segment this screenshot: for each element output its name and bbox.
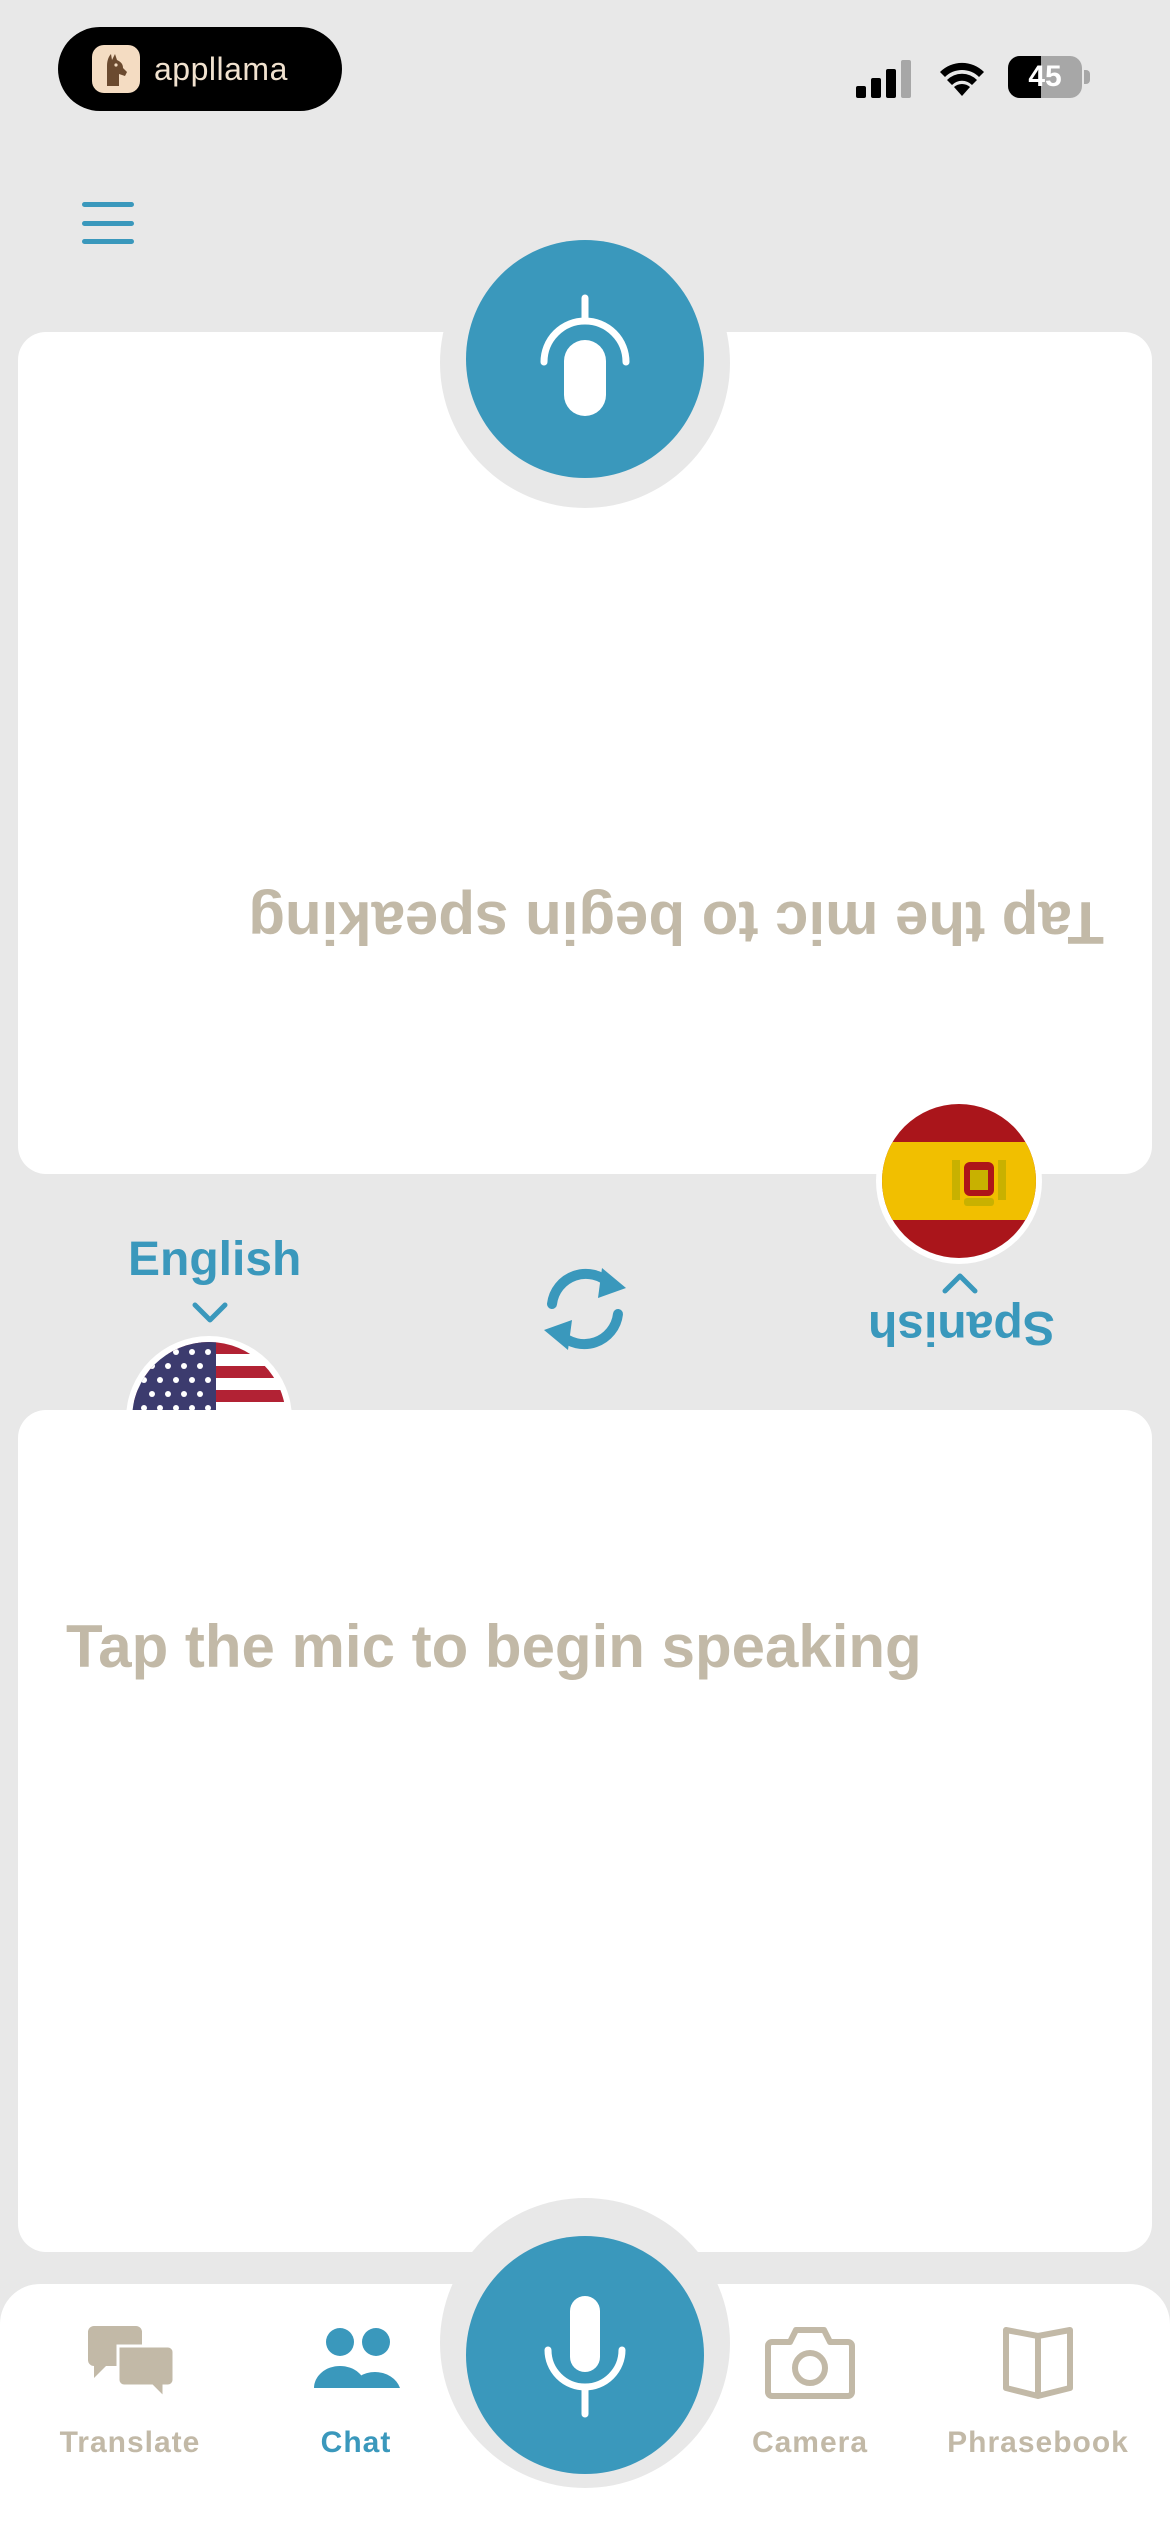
llama-logo-icon — [92, 45, 140, 93]
book-icon — [1003, 2327, 1073, 2399]
bottom-prompt-text: Tap the mic to begin speaking — [66, 1613, 922, 1680]
tab-label-camera: Camera — [751, 2426, 869, 2459]
bottom-speaker-panel — [18, 1410, 1152, 2252]
top-mic-button[interactable] — [466, 240, 704, 478]
chevron-up-icon[interactable] — [942, 1272, 978, 1294]
spain-flag-icon[interactable] — [876, 1098, 1042, 1264]
chevron-down-icon[interactable] — [192, 1302, 228, 1324]
wifi-icon — [940, 62, 984, 96]
battery-indicator: 45 — [1008, 56, 1090, 98]
bottom-mic-button[interactable] — [466, 2236, 704, 2474]
tab-label-phrasebook: Phrasebook — [947, 2426, 1129, 2459]
battery-level: 45 — [1028, 60, 1062, 93]
camera-icon — [765, 2327, 855, 2399]
tab-camera[interactable]: Camera — [710, 2294, 910, 2484]
top-prompt-text: Tap the mic to begin speaking — [248, 889, 1104, 956]
tab-chat[interactable]: Chat — [256, 2294, 456, 2484]
tab-label-chat: Chat — [320, 2426, 392, 2459]
swap-languages-icon[interactable] — [536, 1260, 634, 1358]
menu-button[interactable] — [82, 202, 134, 244]
english-language-label[interactable]: English — [128, 1232, 301, 1287]
chat-bubbles-icon — [88, 2326, 176, 2402]
tab-label-translate: Translate — [59, 2426, 201, 2459]
app-switcher-pill[interactable]: appllama — [58, 27, 342, 111]
tab-phrasebook[interactable]: Phrasebook — [938, 2294, 1138, 2484]
microphone-icon — [540, 294, 630, 416]
microphone-icon — [544, 2296, 626, 2418]
cellular-signal-icon — [856, 60, 911, 98]
people-icon — [314, 2328, 400, 2388]
spanish-language-label[interactable]: Spanish — [868, 1300, 1055, 1355]
app-name: appllama — [154, 50, 288, 87]
tab-translate[interactable]: Translate — [30, 2294, 230, 2484]
